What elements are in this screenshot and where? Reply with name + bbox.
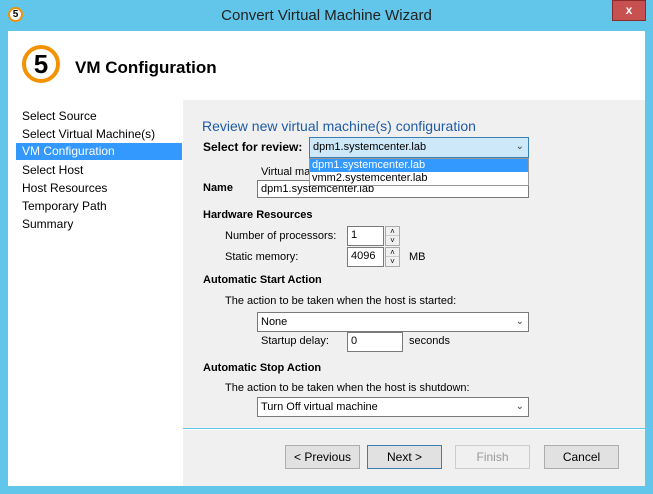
button-bar: < Previous Next > Finish Cancel — [183, 429, 645, 486]
chevron-up-icon[interactable]: ˄ — [386, 227, 399, 236]
close-button[interactable]: x — [612, 0, 646, 21]
next-button[interactable]: Next > — [367, 445, 442, 469]
memory-input[interactable]: 4096 — [347, 247, 384, 267]
chevron-up-icon[interactable]: ˄ — [386, 248, 399, 257]
startup-delay-unit: seconds — [409, 335, 450, 347]
title-bar[interactable]: 5 Convert Virtual Machine Wizard x — [0, 0, 653, 31]
processors-input[interactable]: 1 — [347, 226, 384, 246]
name-label: Name — [203, 182, 233, 194]
step-select-source[interactable]: Select Source — [16, 108, 188, 125]
virtual-machine-label: Virtual mac — [261, 166, 316, 178]
stop-action-dropdown[interactable]: Turn Off virtual machine ⌄ — [257, 397, 529, 417]
page-title: VM Configuration — [75, 58, 217, 77]
memory-label: Static memory: — [225, 251, 299, 263]
step-vm-configuration[interactable]: VM Configuration — [16, 143, 182, 160]
select-review-dropdown[interactable]: dpm1.systemcenter.lab ⌄ — [309, 137, 529, 158]
start-action-value: None — [261, 316, 288, 328]
memory-unit: MB — [409, 251, 426, 263]
step-select-vms[interactable]: Select Virtual Machine(s) — [16, 126, 188, 143]
startup-delay-input[interactable]: 0 — [347, 332, 403, 352]
section-heading: Review new virtual machine(s) configurat… — [202, 118, 476, 134]
dropdown-option[interactable]: vmm2.systemcenter.lab — [310, 172, 528, 185]
step-host-resources[interactable]: Host Resources — [16, 180, 188, 197]
dropdown-list: dpm1.systemcenter.lab vmm2.systemcenter.… — [309, 158, 529, 186]
stop-action-description: The action to be taken when the host is … — [225, 382, 470, 394]
step-summary[interactable]: Summary — [16, 216, 188, 233]
chevron-down-icon[interactable]: ˅ — [386, 236, 399, 245]
start-action-description: The action to be taken when the host is … — [225, 295, 457, 307]
dropdown-option[interactable]: dpm1.systemcenter.lab — [310, 159, 528, 172]
start-action-dropdown[interactable]: None ⌄ — [257, 312, 529, 332]
step-number-icon: 5 — [22, 45, 60, 83]
select-review-label: Select for review: — [203, 140, 303, 154]
stop-action-value: Turn Off virtual machine — [261, 401, 378, 413]
processors-label: Number of processors: — [225, 230, 337, 242]
select-review-value: dpm1.systemcenter.lab — [313, 141, 427, 153]
step-select-host[interactable]: Select Host — [16, 162, 188, 179]
chevron-down-icon: ⌄ — [515, 401, 524, 412]
stop-action-heading: Automatic Stop Action — [203, 362, 322, 374]
wizard-steps: Select Source Select Virtual Machine(s) … — [8, 100, 183, 486]
window-title: Convert Virtual Machine Wizard — [221, 7, 432, 24]
chevron-down-icon: ⌄ — [515, 316, 524, 327]
configuration-panel: Review new virtual machine(s) configurat… — [183, 100, 645, 428]
chevron-down-icon: ⌄ — [515, 141, 524, 152]
start-action-heading: Automatic Start Action — [203, 274, 322, 286]
cancel-button[interactable]: Cancel — [544, 445, 619, 469]
chevron-down-icon[interactable]: ˅ — [386, 257, 399, 266]
previous-button[interactable]: < Previous — [285, 445, 360, 469]
finish-button: Finish — [455, 445, 530, 469]
startup-delay-label: Startup delay: — [261, 335, 329, 347]
processors-stepper[interactable]: ˄ ˅ — [385, 226, 400, 246]
memory-stepper[interactable]: ˄ ˅ — [385, 247, 400, 267]
hardware-heading: Hardware Resources — [203, 209, 313, 221]
wizard-header: 5 VM Configuration — [8, 31, 645, 100]
step-temporary-path[interactable]: Temporary Path — [16, 198, 188, 215]
